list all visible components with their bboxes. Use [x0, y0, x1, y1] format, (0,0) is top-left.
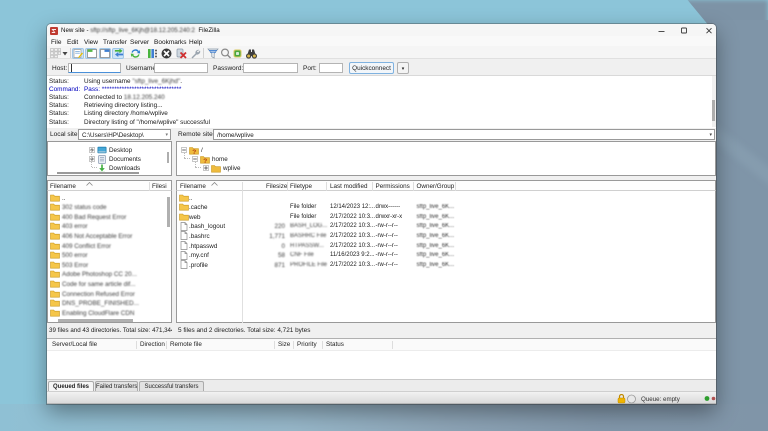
svg-text:?: ?: [192, 148, 196, 154]
svg-text:?: ?: [203, 157, 207, 163]
